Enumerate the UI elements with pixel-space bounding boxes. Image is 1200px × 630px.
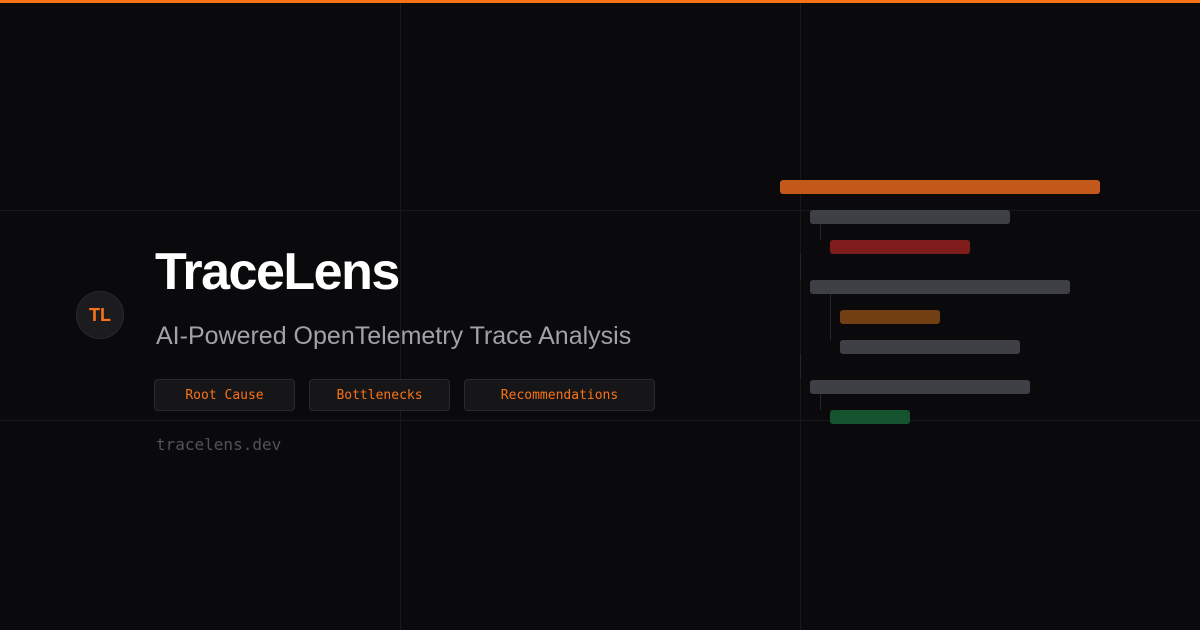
- trace-span-child-span-4: [810, 380, 1030, 394]
- logo-avatar: TL: [76, 291, 124, 339]
- top-accent-bar: [0, 0, 1200, 3]
- tag-bottlenecks: Bottlenecks: [309, 379, 450, 411]
- trace-span-child-span-2: [810, 280, 1070, 294]
- trace-span-child-span-3: [840, 340, 1020, 354]
- trace-span-root-span: [780, 180, 1100, 194]
- grid-line-horizontal: [0, 420, 1200, 421]
- trace-connector-line: [820, 394, 821, 410]
- site-url: tracelens.dev: [156, 435, 282, 454]
- trace-waterfall-visual: [0, 0, 1200, 630]
- tag-root-cause: Root Cause: [154, 379, 295, 411]
- grid-line-vertical: [400, 3, 401, 630]
- grid-line-vertical: [800, 3, 801, 630]
- trace-span-child-span-1: [810, 210, 1010, 224]
- grid-line-horizontal: [0, 210, 1200, 211]
- trace-connector-line: [820, 224, 821, 240]
- tag-recommendations: Recommendations: [464, 379, 655, 411]
- trace-span-ok-span: [830, 410, 910, 424]
- trace-connector-line: [830, 294, 831, 340]
- trace-span-warning-span: [840, 310, 940, 324]
- page-subtitle: AI-Powered OpenTelemetry Trace Analysis: [156, 322, 632, 350]
- trace-span-error-span: [830, 240, 970, 254]
- page-title: TraceLens: [155, 243, 400, 301]
